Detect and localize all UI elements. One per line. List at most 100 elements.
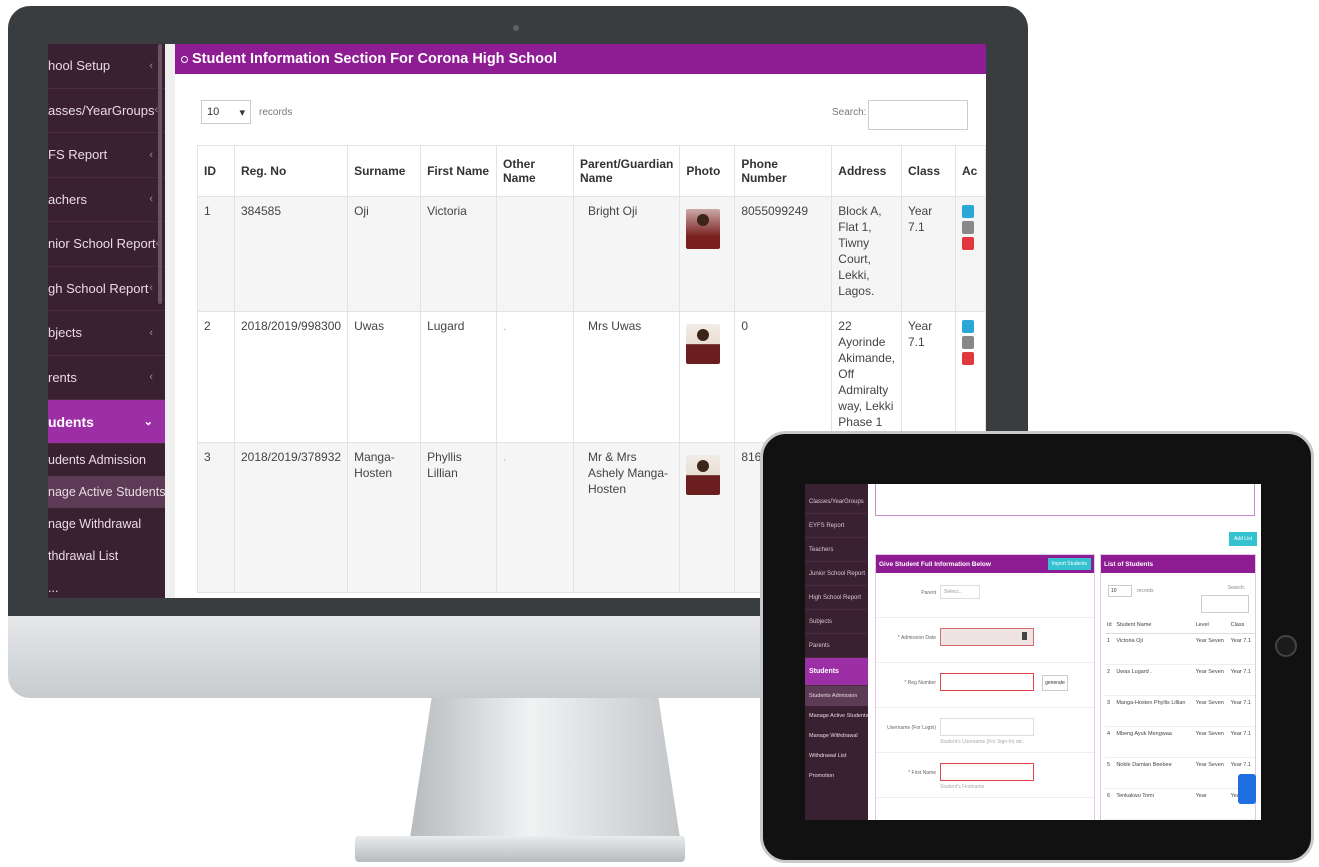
- sidebar-item-label: rents: [48, 369, 77, 385]
- first-name-field[interactable]: [940, 763, 1034, 781]
- list-item[interactable]: 2 Uwas Lugard . Year Seven Year 7.1: [1105, 664, 1255, 696]
- form-row-reg-number: * Reg Number generate: [876, 663, 1094, 708]
- submenu-students-admission[interactable]: udents Admission: [48, 444, 165, 476]
- list-item[interactable]: 3 Manga-Hosten Phyllis Lillian Year Seven Y…: [1105, 695, 1255, 727]
- parent-select[interactable]: Select...: [940, 585, 980, 599]
- tablet-sidebar-item[interactable]: Subjects: [805, 610, 868, 634]
- sidebar-item-teachers[interactable]: achers ‹: [48, 178, 165, 222]
- tablet-submenu-item[interactable]: Manage Withdrawal: [805, 726, 868, 746]
- list-item[interactable]: 4 Mbeng Ayuk Mengwaa Year Seven Year 7.1: [1105, 726, 1255, 758]
- home-button-icon: [1275, 635, 1297, 657]
- list-col-name[interactable]: Student Name: [1114, 617, 1194, 634]
- username-field[interactable]: [940, 718, 1034, 736]
- list-cell: Year 7.1: [1228, 726, 1255, 758]
- column-header-phone[interactable]: Phone Number: [734, 145, 833, 197]
- form-row-admission-date: * Admission Date: [876, 618, 1094, 663]
- list-header-row: Id Student Name Level Class: [1105, 617, 1255, 634]
- list-col-level[interactable]: Level: [1193, 617, 1229, 634]
- cell-id: 1: [197, 196, 235, 312]
- sidebar-item-subjects[interactable]: bjects ‹: [48, 311, 165, 356]
- field-label: Parent: [921, 590, 936, 596]
- table-header-row: ID Reg. No Surname First Name Other Name…: [197, 145, 986, 197]
- tablet-top-panel: [875, 484, 1255, 516]
- records-label: records: [1137, 588, 1154, 594]
- edit-icon[interactable]: [961, 320, 974, 333]
- sidebar-item-high-report[interactable]: gh School Report ‹: [48, 267, 165, 311]
- tablet-submenu-item[interactable]: Promotion: [805, 766, 868, 786]
- cell-actions: [954, 196, 986, 312]
- column-header-parent[interactable]: Parent/Guardian Name: [572, 145, 681, 197]
- tablet-sidebar-item[interactable]: EYFS Report: [805, 514, 868, 538]
- list-cell: Year Seven: [1193, 633, 1229, 665]
- column-header-class[interactable]: Class: [900, 145, 956, 197]
- column-header-other-name[interactable]: Other Name: [496, 145, 574, 197]
- tablet-sidebar-item[interactable]: Teachers: [805, 538, 868, 562]
- column-header-id[interactable]: ID: [197, 145, 235, 197]
- list-length-select[interactable]: 10: [1108, 585, 1132, 597]
- sidebar-item-parents[interactable]: rents ‹: [48, 356, 165, 400]
- column-header-surname[interactable]: Surname: [347, 145, 422, 197]
- field-label: * Admission Date: [897, 635, 936, 641]
- delete-icon[interactable]: [961, 352, 974, 365]
- submenu-manage-active-students[interactable]: nage Active Students: [48, 476, 165, 508]
- list-col-class[interactable]: Class: [1228, 617, 1255, 634]
- tablet-sidebar-item[interactable]: Parents: [805, 634, 868, 658]
- tablet-sidebar-item-students[interactable]: Students: [805, 658, 868, 686]
- cell-phone: 8055099249: [734, 196, 833, 312]
- sidebar-scrollbar[interactable]: [158, 44, 162, 304]
- sidebar-item-label: asses/YearGroups: [48, 102, 155, 118]
- submenu-manage-withdrawal[interactable]: nage Withdrawal: [48, 508, 165, 540]
- submenu-more[interactable]: ...: [48, 572, 165, 598]
- column-header-first-name[interactable]: First Name: [420, 145, 498, 197]
- add-list-button[interactable]: Add List: [1229, 532, 1257, 546]
- list-item[interactable]: 1 Victoria Oji Year Seven Year 7.1: [1105, 633, 1255, 665]
- reg-number-field[interactable]: [940, 673, 1034, 691]
- calendar-icon[interactable]: [1022, 632, 1027, 640]
- list-item[interactable]: 5 Noble Damian Beebee Year Seven Year 7.1: [1105, 757, 1255, 789]
- sidebar-item-school-setup[interactable]: hool Setup ‹: [48, 44, 165, 89]
- cell-reg-no: 384585: [233, 196, 349, 312]
- cell-first-name: Victoria: [420, 196, 498, 312]
- list-col-id[interactable]: Id: [1105, 617, 1115, 634]
- tablet-sidebar-item[interactable]: High School Report: [805, 586, 868, 610]
- list-item[interactable]: 6Tenkakwu TomiYearYear 7.1: [1105, 788, 1255, 820]
- generate-button[interactable]: generate: [1042, 675, 1068, 691]
- column-header-photo[interactable]: Photo: [679, 145, 736, 197]
- view-icon[interactable]: [961, 336, 974, 349]
- list-controls: 10 records Search:: [1101, 573, 1255, 617]
- page-length-select[interactable]: 10 ▾: [201, 100, 251, 124]
- tablet-submenu-item[interactable]: Students Admission: [805, 686, 868, 706]
- sidebar-item-classes[interactable]: asses/YearGroups ‹: [48, 89, 165, 133]
- list-search-input[interactable]: [1201, 595, 1249, 613]
- column-header-address[interactable]: Address: [831, 145, 902, 197]
- delete-icon[interactable]: [961, 237, 974, 250]
- submenu-withdrawal-list[interactable]: thdrawal List: [48, 540, 165, 572]
- field-label: Username (For Login): [887, 725, 936, 731]
- form-panel-header: Give Student Full Information Below Impo…: [876, 555, 1094, 573]
- tablet-submenu-item[interactable]: Withdrawal List: [805, 746, 868, 766]
- column-header-actions: Ac: [954, 145, 986, 197]
- column-header-reg-no[interactable]: Reg. No: [233, 145, 349, 197]
- sidebar-item-students[interactable]: udents ⌄: [48, 400, 165, 444]
- student-photo: [686, 324, 721, 364]
- admission-date-field[interactable]: [940, 628, 1034, 646]
- import-students-button[interactable]: Import Students: [1047, 558, 1091, 570]
- sidebar-item-eyfs-report[interactable]: FS Report ‹: [48, 133, 165, 178]
- tablet-submenu-item[interactable]: Manage Active Students: [805, 706, 868, 726]
- form-row-first-name: * First Name Student's Firstname: [876, 753, 1094, 798]
- view-icon[interactable]: [961, 221, 974, 234]
- cell-address: 22 Ayorinde Akimande, Off Admiralty way,…: [831, 311, 902, 443]
- edit-icon[interactable]: [961, 205, 974, 218]
- list-cell: 6: [1105, 788, 1115, 820]
- table-row: 2 2018/2019/998300 Uwas Lugard . Mrs Uwa…: [197, 311, 986, 443]
- sidebar-item-junior-report[interactable]: nior School Report‹: [48, 222, 165, 267]
- monitor-foot: [355, 836, 685, 862]
- chevron-left-icon: ‹: [149, 59, 153, 72]
- tablet-sidebar-item[interactable]: Junior School Report: [805, 562, 868, 586]
- tablet-sidebar-item[interactable]: Classes/YearGroups: [805, 490, 868, 514]
- list-panel-header: List of Students: [1101, 555, 1255, 573]
- chevron-left-icon: ‹: [149, 148, 153, 161]
- page-length-value: 10: [207, 106, 220, 118]
- search-input[interactable]: [868, 100, 968, 130]
- chat-widget-button[interactable]: [1238, 774, 1256, 804]
